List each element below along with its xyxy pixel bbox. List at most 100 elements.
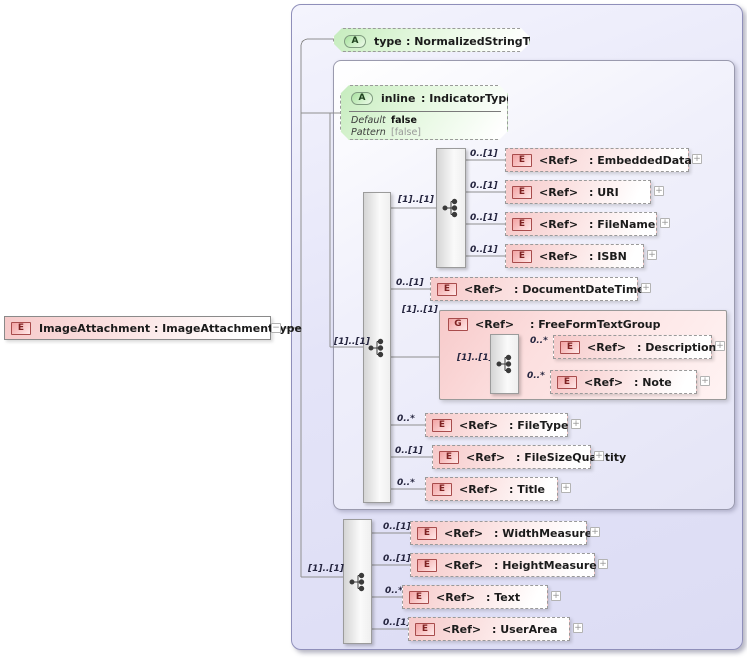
cardinality-label: 0..[1] [395, 446, 423, 456]
collapse-button[interactable]: − [271, 323, 281, 333]
expand-button[interactable]: + [551, 591, 561, 601]
element-ref-label: <Ref> [584, 375, 624, 389]
element-note[interactable]: E <Ref> : Note [550, 370, 697, 394]
attribute-type[interactable]: A type : NormalizedStringType [333, 28, 530, 52]
element-file-size-quantity[interactable]: E <Ref> : FileSizeQuantity [432, 445, 626, 469]
element-ref-label: <Ref> [539, 185, 579, 199]
cardinality-label: 0..[1] [470, 245, 498, 255]
expand-button[interactable]: + [571, 419, 581, 429]
element-file-type[interactable]: E <Ref> : FileType [425, 413, 568, 437]
group-icon: G [448, 317, 468, 331]
element-name-label: : Note [634, 375, 672, 389]
cardinality-label: 0..[1] [383, 522, 411, 532]
element-icon: E [415, 622, 435, 636]
cardinality-label: 0..[1] [383, 554, 411, 564]
sequence-icon [496, 354, 511, 374]
element-icon: E [512, 185, 532, 199]
element-document-date-time[interactable]: E <Ref> : DocumentDateTime [430, 277, 645, 301]
element-width-measure[interactable]: E <Ref> : WidthMeasure [410, 521, 592, 545]
element-ref-label: <Ref> [444, 526, 484, 540]
cardinality-label: [1]..[1] [402, 305, 438, 315]
element-ref-label: <Ref> [444, 558, 484, 572]
xsd-diagram-canvas: E ImageAttachment : ImageAttachmentType … [0, 0, 747, 658]
element-file-name[interactable]: E <Ref> : FileName [505, 212, 657, 236]
cardinality-label: 0..* [527, 371, 545, 381]
element-title[interactable]: E <Ref> : Title [425, 477, 558, 501]
expand-button[interactable]: + [700, 376, 710, 386]
element-ref-label: <Ref> [539, 249, 579, 263]
attribute-inline[interactable]: A inline : IndicatorType Default false P… [340, 85, 508, 140]
expand-button[interactable]: + [660, 218, 670, 228]
element-embedded-data[interactable]: E <Ref> : EmbeddedData [505, 148, 692, 172]
element-name-label: : EmbeddedData [589, 153, 692, 167]
element-icon: E [409, 590, 429, 604]
cardinality-label: 0..[1] [470, 213, 498, 223]
element-name-label: : Text [486, 590, 521, 604]
facet-default-value: false [391, 115, 417, 126]
element-name-label: : UserArea [492, 622, 558, 636]
cardinality-label: [1]..[1] [308, 564, 344, 574]
sequence-indicator-bottom[interactable] [343, 519, 372, 644]
element-ref-label: <Ref> [459, 482, 499, 496]
group-name-label: : FreeFormTextGroup [530, 317, 661, 331]
element-ref-label: <Ref> [466, 450, 506, 464]
cardinality-label: 0..* [385, 586, 403, 596]
element-icon: E [417, 558, 437, 572]
expand-button[interactable]: + [641, 283, 651, 293]
element-icon: E [417, 526, 437, 540]
cardinality-label: 0..* [397, 414, 415, 424]
element-isbn[interactable]: E <Ref> : ISBN [505, 244, 644, 268]
attribute-name: inline [381, 91, 416, 105]
element-ref-label: <Ref> [464, 282, 504, 296]
cardinality-label: 0..[1] [470, 149, 498, 159]
expand-button[interactable]: + [692, 154, 702, 164]
element-description[interactable]: E <Ref> : Description [553, 335, 716, 359]
cardinality-label: [1]..[1] [457, 353, 493, 363]
element-ref-label: <Ref> [539, 153, 579, 167]
element-height-measure[interactable]: E <Ref> : HeightMeasure [410, 553, 597, 577]
element-icon: E [512, 249, 532, 263]
cardinality-label: 0..* [530, 336, 548, 346]
expand-button[interactable]: + [594, 451, 604, 461]
cardinality-label: 0..[1] [383, 618, 411, 628]
sequence-indicator-group[interactable] [490, 334, 519, 394]
expand-button[interactable]: + [715, 341, 725, 351]
attribute-name: type [374, 34, 402, 48]
attribute-icon: A [344, 35, 366, 48]
sequence-icon [349, 572, 364, 591]
element-icon: E [432, 482, 452, 496]
element-text[interactable]: E <Ref> : Text [402, 585, 548, 609]
expand-button[interactable]: + [573, 623, 583, 633]
cardinality-label: [1]..[1] [398, 195, 434, 205]
expand-button[interactable]: + [654, 186, 664, 196]
element-icon: E [512, 217, 532, 231]
element-name-label: : URI [589, 185, 619, 199]
attribute-icon: A [351, 92, 373, 105]
element-name-label: : FileSizeQuantity [516, 450, 627, 464]
element-ref-label: <Ref> [459, 418, 499, 432]
group-ref-label: <Ref> [475, 317, 515, 331]
element-name-label: : Description [637, 340, 717, 354]
expand-button[interactable]: + [590, 527, 600, 537]
element-uri[interactable]: E <Ref> : URI [505, 180, 651, 204]
facet-default-label: Default [351, 115, 386, 126]
element-user-area[interactable]: E <Ref> : UserArea [408, 617, 570, 641]
expand-button[interactable]: + [598, 559, 608, 569]
sequence-indicator-inner[interactable] [436, 148, 466, 268]
sequence-indicator-main[interactable] [363, 192, 391, 503]
element-icon: E [11, 321, 31, 335]
facet-pattern-label: Pattern [351, 127, 386, 138]
element-ref-label: <Ref> [442, 622, 482, 636]
expand-button[interactable]: + [561, 483, 571, 493]
attribute-type-label: : IndicatorType [421, 91, 514, 105]
facet-pattern-value: [false] [391, 127, 422, 138]
element-icon: E [437, 282, 457, 296]
element-icon: E [512, 153, 532, 167]
expand-button[interactable]: + [647, 250, 657, 260]
element-image-attachment[interactable]: E ImageAttachment : ImageAttachmentType [4, 316, 302, 340]
element-name-label: : HeightMeasure [494, 558, 597, 572]
attribute-facets: Default false Pattern [false] [349, 111, 501, 139]
element-ref-label: <Ref> [436, 590, 476, 604]
element-label: ImageAttachment : ImageAttachmentType [39, 321, 303, 335]
element-icon: E [560, 340, 580, 354]
